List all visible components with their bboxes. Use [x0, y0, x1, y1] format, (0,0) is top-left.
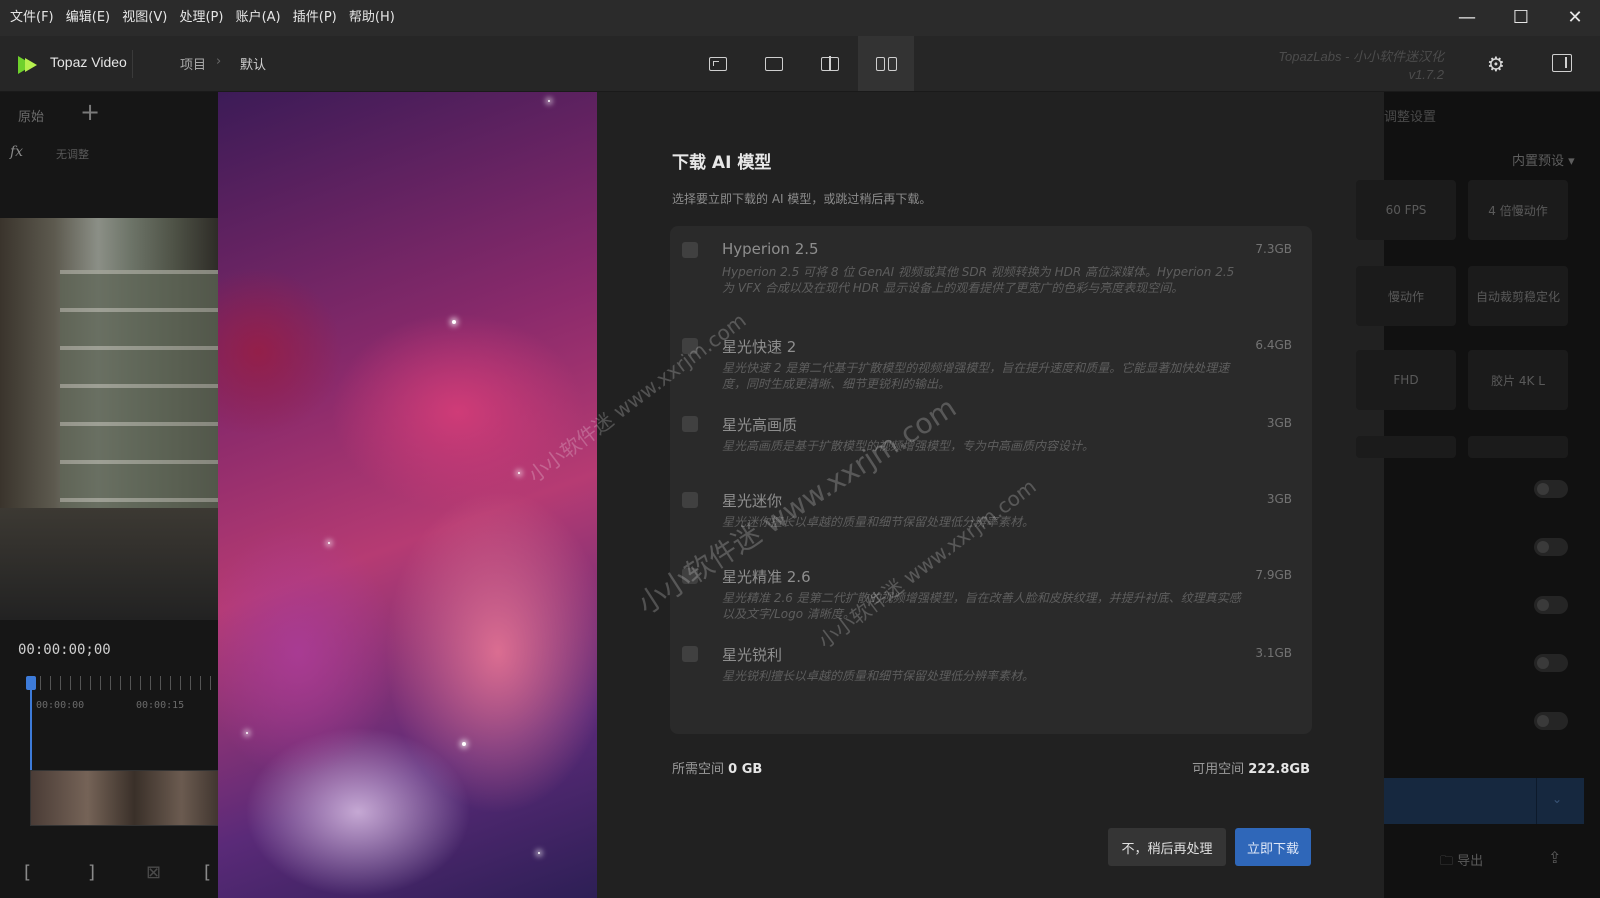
model-name: 星光高画质 [722, 416, 798, 434]
gear-icon[interactable]: ⚙ [1484, 52, 1508, 76]
model-name: 星光锐利 [722, 646, 783, 664]
snapshot-icon[interactable]: [ [204, 862, 211, 883]
app-name: Topaz Video [50, 54, 127, 70]
video-track[interactable] [30, 770, 220, 826]
menu-file[interactable]: 文件(F) [10, 0, 54, 36]
fit-screen-icon [709, 56, 727, 71]
clear-marks-icon[interactable]: ⊠ [146, 862, 161, 883]
share-icon[interactable]: ⇪ [1548, 848, 1561, 867]
model-size: 7.9GB [1255, 568, 1292, 582]
view-split-button[interactable] [802, 36, 858, 91]
required-space-value: 0 GB [728, 762, 763, 777]
preset-card[interactable]: 60 FPS [1356, 180, 1456, 240]
available-space-value: 222.8GB [1248, 762, 1310, 777]
model-size: 6.4GB [1255, 338, 1292, 352]
view-side-by-side-button[interactable] [858, 36, 914, 91]
preset-card[interactable]: 慢动作 [1356, 266, 1456, 326]
preset-card[interactable]: 自动裁剪稳定化 [1468, 266, 1568, 326]
available-space-label: 可用空间 [1192, 762, 1245, 777]
divider [1536, 778, 1537, 824]
close-button[interactable]: ✕ [1548, 0, 1600, 36]
model-list: Hyperion 2.5 7.3GB Hyperion 2.5 可将 8 位 G… [670, 226, 1312, 734]
preset-card[interactable] [1356, 436, 1456, 458]
mark-out-icon[interactable]: ] [88, 862, 95, 883]
dialog-title: 下载 AI 模型 [672, 153, 772, 173]
tab-original[interactable]: 原始 [18, 106, 44, 125]
model-description: 星光精准 2.6 是第二代扩散的视频增强模型，旨在改善人脸和皮肤纹理，并提升衬底… [722, 591, 1241, 621]
caret-down-icon: ▾ [1568, 154, 1575, 169]
toggle-panel-icon[interactable] [1552, 54, 1572, 72]
menu-account[interactable]: 账户(A) [236, 0, 281, 36]
brand-info: TopazLabs - 小小软件迷汉化 v1.7.2 [1278, 48, 1444, 84]
dialog-description: 选择要立即下载的 AI 模型，或跳过稍后再下载。 [672, 192, 932, 206]
timeline-ruler[interactable] [30, 676, 218, 690]
export-label: 导出 [1457, 854, 1484, 869]
view-fit-button[interactable] [690, 36, 746, 91]
menu-list: 文件(F) 编辑(E) 视图(V) 处理(P) 账户(A) 插件(P) 帮助(H… [10, 0, 403, 36]
chevron-right-icon: › [216, 54, 222, 69]
toggle-switch[interactable] [1534, 480, 1568, 498]
preset-dropdown[interactable]: 内置预设 ▾ [1512, 150, 1575, 169]
required-space: 所需空间 0 GB [672, 758, 762, 777]
toggle-switch[interactable] [1534, 712, 1568, 730]
minimize-button[interactable]: — [1440, 0, 1494, 36]
preview-image [218, 92, 597, 898]
preset-card[interactable]: 胶片 4K L [1468, 350, 1568, 410]
model-size: 7.3GB [1255, 242, 1292, 256]
available-space: 可用空间 222.8GB [1192, 758, 1310, 777]
add-icon[interactable]: + [80, 98, 100, 126]
model-name: 星光精准 2.6 [722, 568, 811, 586]
tick-label: 00:00:15 [136, 700, 185, 711]
model-size: 3.1GB [1255, 646, 1292, 660]
view-single-button[interactable] [746, 36, 802, 91]
breadcrumb-default[interactable]: 默认 [240, 54, 266, 73]
model-checkbox[interactable] [682, 416, 698, 432]
model-checkbox[interactable] [682, 492, 698, 508]
model-checkbox[interactable] [682, 646, 698, 662]
video-thumbnail [0, 218, 218, 620]
menu-plugins[interactable]: 插件(P) [293, 0, 337, 36]
tick-label: 00:00:00 [36, 700, 85, 711]
single-view-icon [765, 56, 783, 71]
preset-card[interactable]: FHD [1356, 350, 1456, 410]
preset-card[interactable]: 4 倍慢动作 [1468, 180, 1568, 240]
split-view-icon [821, 55, 839, 71]
mark-in-icon[interactable]: [ [24, 862, 31, 883]
model-description: 星光高画质是基于扩散模型的视频增强模型，专为中高画质内容设计。 [722, 439, 1095, 453]
model-description: 星光快速 2 是第二代基于扩散模型的视频增强模型，旨在提升速度和质量。它能显著加… [722, 361, 1230, 391]
model-size: 3GB [1266, 492, 1292, 506]
maximize-button[interactable]: ☐ [1494, 0, 1548, 36]
export-button[interactable]: 🗀 导出 [1440, 850, 1483, 874]
play-logo-inner-icon [25, 58, 37, 72]
model-size: 3GB [1266, 416, 1292, 430]
required-space-label: 所需空间 [672, 762, 725, 777]
app-toolbar: Topaz Video 项目 › 默认 TopazLabs - 小小软件迷汉化 … [0, 36, 1600, 92]
menu-help[interactable]: 帮助(H) [349, 0, 395, 36]
later-button[interactable]: 不，稍后再处理 [1108, 828, 1226, 866]
download-now-button[interactable]: 立即下载 [1235, 828, 1311, 866]
side-by-side-icon [875, 56, 897, 71]
fx-icon: fx [10, 144, 24, 160]
timecode: 00:00:00;00 [18, 642, 111, 658]
preset-label: 内置预设 [1512, 154, 1565, 169]
panel-title: 调整设置 [1384, 110, 1437, 125]
menu-view[interactable]: 视图(V) [122, 0, 167, 36]
model-name: Hyperion 2.5 [722, 240, 819, 258]
model-description: Hyperion 2.5 可将 8 位 GenAI 视频或其他 SDR 视频转换… [722, 265, 1235, 295]
toggle-switch[interactable] [1534, 596, 1568, 614]
toggle-switch[interactable] [1534, 538, 1568, 556]
breadcrumb-project[interactable]: 项目 [180, 54, 206, 73]
menu-process[interactable]: 处理(P) [179, 0, 223, 36]
menu-edit[interactable]: 编辑(E) [66, 0, 110, 36]
adjustment-label: 无调整 [56, 148, 89, 161]
model-checkbox[interactable] [682, 242, 698, 258]
preset-card[interactable] [1468, 436, 1568, 458]
version-text: v1.7.2 [1408, 67, 1444, 82]
brand-text: TopazLabs - 小小软件迷汉化 [1278, 49, 1444, 64]
toggle-switch[interactable] [1534, 654, 1568, 672]
chevron-down-icon[interactable]: ⌄ [1552, 792, 1562, 806]
model-description: 星光锐利擅长以卓越的质量和细节保留处理低分辨率素材。 [722, 669, 1035, 683]
folder-icon: 🗀 [1440, 854, 1454, 869]
divider [132, 50, 133, 78]
